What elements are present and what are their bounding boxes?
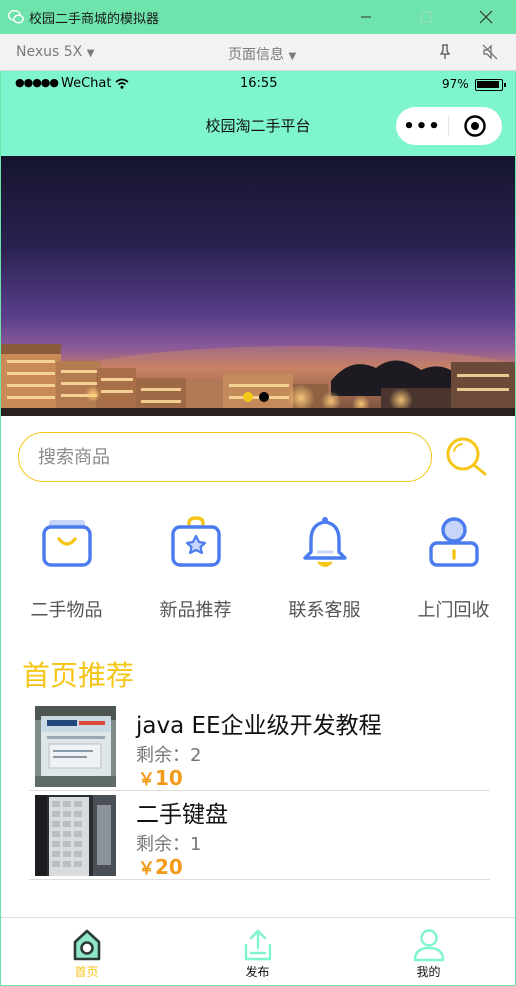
device-name: Nexus 5X xyxy=(16,44,83,60)
upload-icon xyxy=(244,929,271,961)
price-value: 10 xyxy=(155,766,183,790)
chevron-down-icon: ▼ xyxy=(86,48,95,59)
search-bar xyxy=(18,432,432,482)
carousel-dot[interactable] xyxy=(243,392,253,402)
page-info-selector[interactable]: 页面信息 ▼ xyxy=(228,44,296,64)
banner-carousel[interactable] xyxy=(1,156,515,416)
product-price: ￥10 xyxy=(138,765,183,790)
tab-label: 我的 xyxy=(416,965,441,979)
star-bag-icon xyxy=(170,516,221,567)
currency-symbol: ￥ xyxy=(138,770,155,790)
book-photo-image xyxy=(35,706,116,787)
shopping-bag-icon xyxy=(41,520,92,567)
category-label: 上门回收 xyxy=(417,600,490,621)
menu-capsule: ••• xyxy=(396,107,502,145)
section-title: 首页推荐 xyxy=(22,659,135,692)
product-name: java EE企业级开发教程 xyxy=(136,713,382,739)
battery-level xyxy=(477,81,499,88)
product-stock: 剩余：1 xyxy=(136,830,201,856)
carousel-dot[interactable] xyxy=(259,392,269,402)
clock: 16:55 xyxy=(240,76,278,91)
profile-icon xyxy=(413,929,444,962)
wifi-icon xyxy=(115,78,129,89)
category-label: 二手物品 xyxy=(30,600,103,621)
signal-icon: ●●●●● xyxy=(15,76,59,89)
more-button[interactable]: ••• xyxy=(396,116,448,137)
bell-icon xyxy=(302,517,347,567)
currency-symbol: ￥ xyxy=(138,859,155,879)
category-customer-service[interactable]: 联系客服 xyxy=(260,514,389,622)
tab-home[interactable]: 首页 xyxy=(1,918,172,985)
tab-mine[interactable]: 我的 xyxy=(343,918,514,985)
chevron-down-icon: ▼ xyxy=(288,51,297,62)
product-item[interactable]: 二手键盘 剩余：1 ￥20 xyxy=(29,791,490,880)
tab-label: 首页 xyxy=(74,965,99,979)
record-icon xyxy=(464,115,486,137)
maximize-icon xyxy=(420,11,432,23)
category-label: 联系客服 xyxy=(288,600,361,621)
price-value: 20 xyxy=(155,855,183,879)
battery-icon xyxy=(475,79,506,91)
product-stock: 剩余：2 xyxy=(136,741,201,767)
campus-night-image xyxy=(1,344,515,416)
maximize-button[interactable] xyxy=(396,0,456,34)
stock-label: 剩余： xyxy=(136,745,190,766)
home-icon xyxy=(73,929,100,961)
search-icon[interactable] xyxy=(442,433,490,481)
minimize-button[interactable] xyxy=(336,0,396,34)
tab-publish[interactable]: 发布 xyxy=(172,918,343,985)
category-new-recommend[interactable]: 新品推荐 xyxy=(131,514,260,622)
carrier-label: WeChat xyxy=(61,76,112,91)
user-icon xyxy=(428,517,479,567)
navigation-bar: 校园淘二手平台 ••• xyxy=(1,97,515,156)
close-icon xyxy=(479,10,493,24)
mute-icon[interactable] xyxy=(482,44,498,60)
tab-label: 发布 xyxy=(245,965,270,979)
product-item[interactable]: java EE企业级开发教程 剩余：2 ￥10 xyxy=(29,702,490,791)
product-thumbnail xyxy=(35,706,116,787)
product-name: 二手键盘 xyxy=(136,802,228,828)
category-home-recycling[interactable]: 上门回收 xyxy=(389,514,515,622)
status-bar: ●●●●● WeChat 16:55 97% xyxy=(1,71,515,97)
stock-label: 剩余： xyxy=(136,834,190,855)
category-label: 新品推荐 xyxy=(159,600,232,621)
category-grid: 二手物品 新品推荐 联系客服 上门回收 xyxy=(1,514,515,624)
simulator-toolbar: Nexus 5X ▼ 页面信息 ▼ xyxy=(0,34,516,71)
close-miniprogram-button[interactable] xyxy=(449,114,501,138)
phone-screen: ●●●●● WeChat 16:55 97% 校园淘二手平台 ••• 搜索商品 … xyxy=(0,71,516,986)
product-list: java EE企业级开发教程 剩余：2 ￥10 二手键盘 剩余：1 ￥20 xyxy=(29,702,490,880)
stock-count: 2 xyxy=(190,745,202,766)
close-window-button[interactable] xyxy=(456,0,516,34)
minimize-icon xyxy=(361,16,371,18)
device-selector[interactable]: Nexus 5X ▼ xyxy=(16,44,94,60)
stock-count: 1 xyxy=(190,834,202,855)
search-input[interactable] xyxy=(38,446,398,468)
category-secondhand[interactable]: 二手物品 xyxy=(2,514,131,622)
battery-percent: 97% xyxy=(442,77,469,91)
window-title: 校园二手商城的模拟器 xyxy=(29,11,160,27)
carousel-indicators xyxy=(243,392,269,402)
tab-bar: 首页 发布 我的 xyxy=(1,917,515,985)
window-titlebar: 校园二手商城的模拟器 xyxy=(0,0,516,34)
page-info-label: 页面信息 xyxy=(228,47,284,63)
keyboard-photo-image xyxy=(35,795,116,876)
product-thumbnail xyxy=(35,795,116,876)
wechat-logo-icon xyxy=(8,10,24,24)
pin-icon[interactable] xyxy=(438,44,452,60)
product-price: ￥20 xyxy=(138,854,183,879)
